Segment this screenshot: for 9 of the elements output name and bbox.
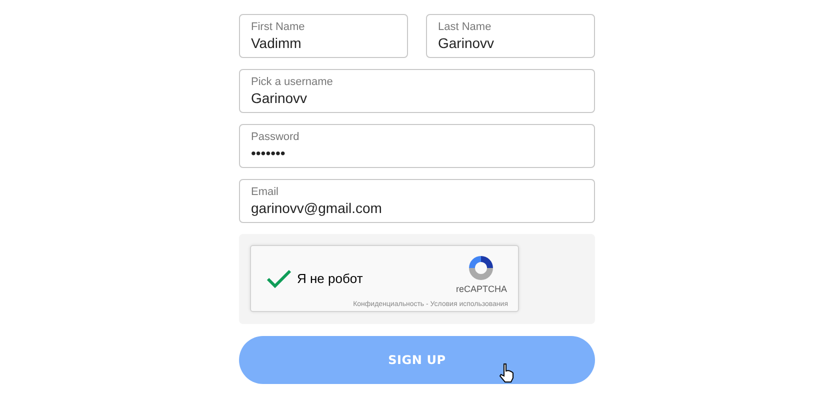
captcha-label: Я не робот	[297, 271, 363, 286]
field-label: Last Name	[438, 20, 492, 34]
hand-cursor-icon	[499, 363, 515, 383]
field-label: Password	[251, 130, 300, 144]
field-label: First Name	[251, 20, 305, 34]
field-label: Pick a username	[251, 75, 333, 89]
recaptcha-brand: reCAPTCHA	[456, 284, 507, 294]
field-label: Email	[251, 185, 279, 199]
check-icon	[266, 268, 292, 288]
